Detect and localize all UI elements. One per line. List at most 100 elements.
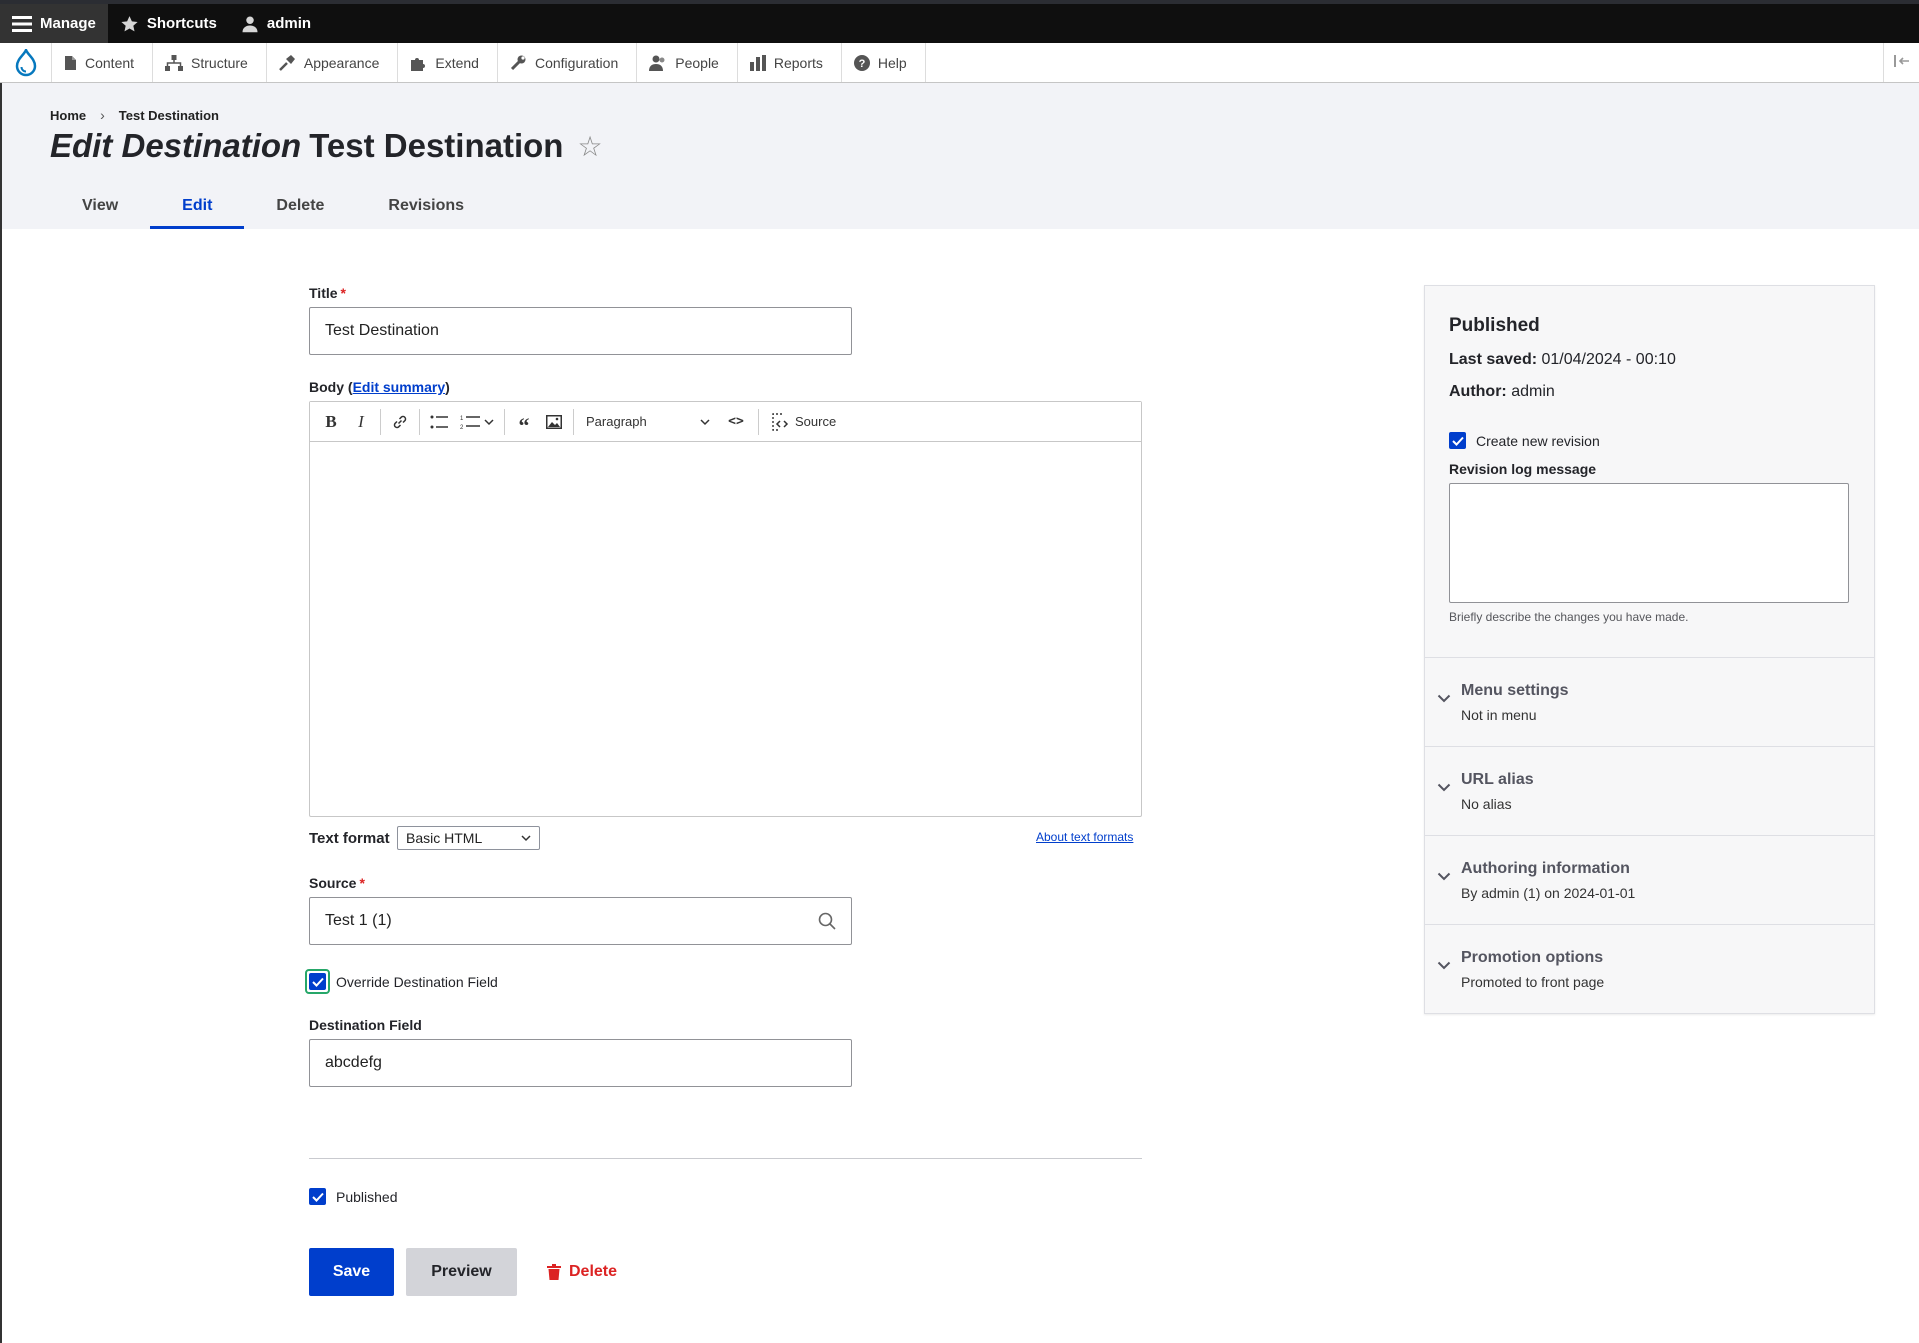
- menu-item-people[interactable]: People: [637, 43, 738, 82]
- menu-item-structure[interactable]: Structure: [153, 43, 267, 82]
- manage-button[interactable]: Manage: [0, 4, 108, 43]
- published-label: Published: [336, 1189, 398, 1205]
- breadcrumb-current[interactable]: Test Destination: [119, 108, 219, 123]
- save-button[interactable]: Save: [309, 1248, 394, 1296]
- shortcuts-button[interactable]: Shortcuts: [108, 4, 229, 43]
- tab-delete[interactable]: Delete: [244, 183, 356, 229]
- page-header: Home › Test Destination Edit Destination…: [0, 83, 1919, 229]
- about-text-formats-link[interactable]: About text formats: [1036, 830, 1133, 844]
- heading-dropdown[interactable]: Paragraph: [578, 414, 718, 429]
- numbered-list-button[interactable]: 12: [454, 407, 500, 437]
- tab-view[interactable]: View: [50, 183, 150, 229]
- manage-label: Manage: [40, 15, 96, 32]
- editor-toolbar: B I 12 “ Paragraph <> Source: [310, 402, 1141, 442]
- brush-icon: [278, 54, 296, 71]
- insert-image-button[interactable]: [539, 407, 569, 437]
- text-format-label: Text format: [309, 830, 390, 847]
- destination-field-input[interactable]: [309, 1039, 852, 1087]
- source-button-label: Source: [795, 414, 837, 429]
- people-icon: [649, 55, 667, 71]
- source-input-value: Test 1 (1): [325, 912, 392, 929]
- chevron-down-icon: [1437, 961, 1451, 970]
- hamburger-icon: [12, 15, 32, 32]
- svg-text:2: 2: [460, 425, 464, 430]
- bold-button[interactable]: B: [316, 407, 346, 437]
- chevron-down-icon: [1437, 694, 1451, 703]
- destination-field-label: Destination Field: [309, 1017, 422, 1033]
- wrench-icon: [510, 54, 527, 71]
- source-autocomplete-input[interactable]: Test 1 (1): [309, 897, 852, 945]
- menu-item-label: Content: [85, 54, 135, 71]
- numbered-list-icon: 12: [460, 416, 480, 430]
- link-icon: [393, 415, 407, 428]
- details-title: URL alias: [1461, 771, 1534, 788]
- override-destination-checkbox[interactable]: [309, 973, 326, 990]
- puzzle-icon: [410, 55, 427, 71]
- menu-item-label: Help: [877, 54, 907, 71]
- shortcut-star-icon[interactable]: ☆: [577, 130, 602, 163]
- bold-icon: B: [325, 411, 337, 431]
- authoring-information-details[interactable]: Authoring information By admin (1) on 20…: [1425, 836, 1874, 925]
- menu-item-configuration[interactable]: Configuration: [498, 43, 638, 82]
- menu-item-content[interactable]: Content: [52, 43, 154, 82]
- primary-tabs: View Edit Delete Revisions: [50, 183, 496, 229]
- preview-button[interactable]: Preview: [406, 1248, 517, 1296]
- menu-item-extend[interactable]: Extend: [398, 43, 498, 82]
- code-icon: <>: [728, 414, 744, 429]
- details-title: Menu settings: [1461, 682, 1569, 699]
- body-field-label: Body (Edit summary): [309, 379, 450, 395]
- create-new-revision-label: Create new revision: [1476, 433, 1600, 449]
- override-destination-label: Override Destination Field: [336, 974, 498, 990]
- page-title: Edit Destination Test Destination ☆: [50, 127, 603, 165]
- promotion-options-details[interactable]: Promotion options Promoted to front page: [1425, 925, 1874, 1014]
- menu-item-label: Appearance: [303, 54, 380, 71]
- bulleted-list-icon: [430, 415, 448, 428]
- chevron-down-icon: [1437, 872, 1451, 881]
- menu-item-label: People: [675, 54, 719, 71]
- source-button[interactable]: Source: [763, 412, 844, 431]
- search-icon: [818, 912, 836, 930]
- menu-item-label: Extend: [435, 54, 479, 71]
- url-alias-details[interactable]: URL alias No alias: [1425, 747, 1874, 836]
- user-label: admin: [266, 15, 312, 32]
- published-checkbox[interactable]: [309, 1188, 326, 1205]
- chevron-down-icon: [700, 418, 710, 425]
- edit-summary-link[interactable]: Edit summary: [353, 379, 446, 395]
- page-title-entity: Test Destination: [309, 127, 564, 164]
- menu-item-appearance[interactable]: Appearance: [267, 43, 399, 82]
- drupal-drop-icon: [15, 48, 36, 76]
- breadcrumb-separator: ›: [100, 107, 105, 123]
- text-format-select[interactable]: Basic HTML: [397, 826, 540, 850]
- checkmark-icon: [1451, 436, 1464, 446]
- trash-icon: [546, 1264, 561, 1280]
- entity-meta-header: Published Last saved: 01/04/2024 - 00:10…: [1425, 286, 1874, 658]
- delete-button[interactable]: Delete: [537, 1248, 627, 1296]
- link-button[interactable]: [385, 407, 415, 437]
- code-button[interactable]: <>: [718, 407, 754, 437]
- chevron-down-icon: [1437, 783, 1451, 792]
- breadcrumb-home[interactable]: Home: [50, 108, 86, 123]
- revision-log-textarea[interactable]: [1449, 483, 1849, 603]
- italic-button[interactable]: I: [346, 407, 376, 437]
- image-icon: [546, 414, 562, 429]
- source-icon: [772, 412, 789, 431]
- details-title: Promotion options: [1461, 949, 1604, 966]
- create-new-revision-checkbox[interactable]: [1449, 432, 1466, 449]
- details-summary: By admin (1) on 2024-01-01: [1461, 885, 1636, 901]
- bulleted-list-button[interactable]: [424, 407, 454, 437]
- revision-log-help: Briefly describe the changes you have ma…: [1449, 610, 1689, 624]
- tab-revisions[interactable]: Revisions: [356, 183, 496, 229]
- drupal-logo[interactable]: [0, 43, 52, 82]
- form-divider: [309, 1158, 1142, 1159]
- revision-log-label: Revision log message: [1449, 461, 1597, 477]
- menu-item-reports[interactable]: Reports: [738, 43, 842, 82]
- tab-edit[interactable]: Edit: [150, 183, 245, 229]
- menu-item-help[interactable]: ? Help: [842, 43, 926, 82]
- blockquote-button[interactable]: “: [509, 407, 539, 437]
- user-button[interactable]: admin: [229, 4, 323, 43]
- collapse-left-icon: [1893, 54, 1910, 72]
- editor-content-area[interactable]: [310, 442, 1141, 816]
- title-input[interactable]: [309, 307, 852, 355]
- toolbar-orientation-toggle[interactable]: [1883, 43, 1919, 82]
- menu-settings-details[interactable]: Menu settings Not in menu: [1425, 658, 1874, 747]
